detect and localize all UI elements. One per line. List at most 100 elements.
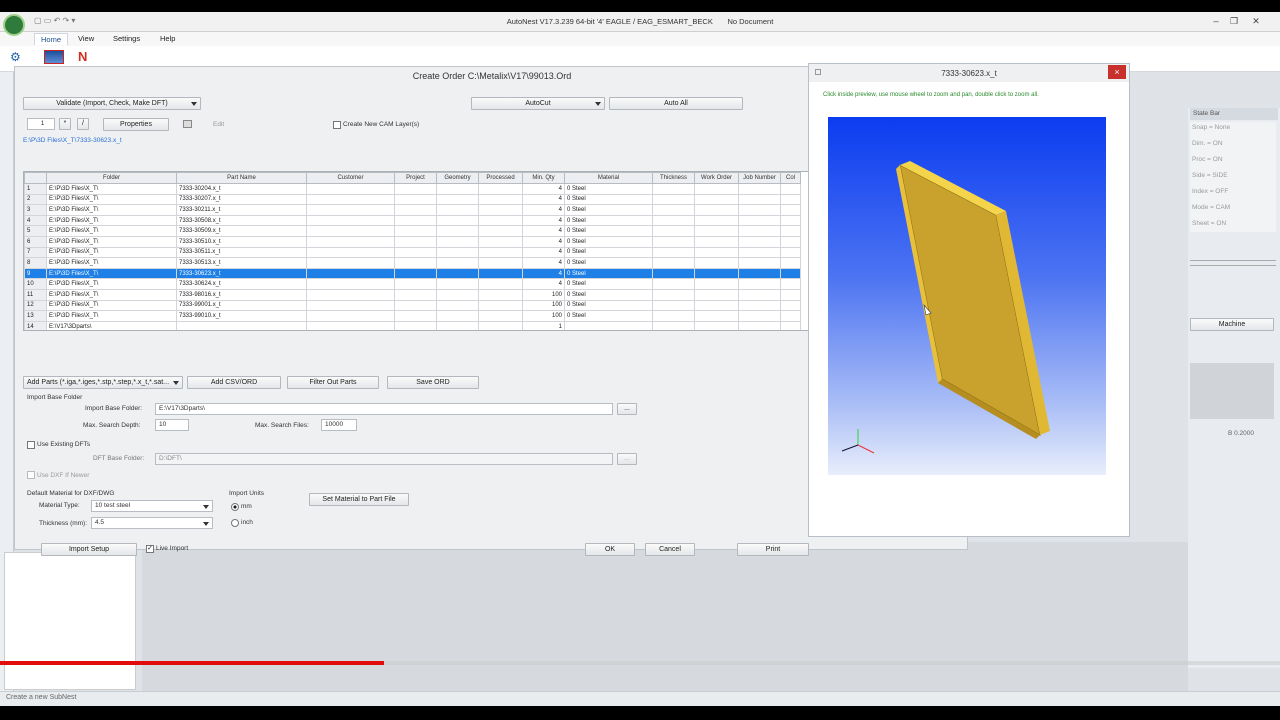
cell-mat[interactable]: 0 Steel xyxy=(564,299,653,312)
autocut-dropdown[interactable]: AutoCut xyxy=(471,97,605,110)
validate-dropdown[interactable]: Validate (Import, Check, Make DFT) xyxy=(23,97,201,110)
table-row[interactable]: 3 E:\P\3D Files\X_T\ 7333-30211.x_t 4 0 Stee… xyxy=(24,204,801,216)
cell-part[interactable]: 7333-30511.x_t xyxy=(176,246,307,259)
cell-n[interactable]: 3 xyxy=(24,204,47,216)
cell-empty[interactable] xyxy=(394,288,437,301)
cell-empty[interactable] xyxy=(780,288,801,301)
column-header[interactable]: Customer xyxy=(306,172,395,184)
cell-qty[interactable]: 100 xyxy=(522,299,565,312)
cell-empty[interactable] xyxy=(780,235,801,248)
cell-mat[interactable]: 0 Steel xyxy=(564,204,653,216)
cell-empty[interactable] xyxy=(436,214,479,227)
table-row[interactable]: 6 E:\P\3D Files\X_T\ 7333-30510.x_t 4 0 Stee… xyxy=(24,235,801,248)
unit-mm-radio[interactable] xyxy=(231,503,239,511)
cell-empty[interactable] xyxy=(394,246,437,259)
cell-qty[interactable]: 4 xyxy=(522,214,565,227)
cell-empty[interactable] xyxy=(436,299,479,312)
cell-empty[interactable] xyxy=(306,193,395,206)
cell-empty[interactable] xyxy=(478,320,523,330)
cell-empty[interactable] xyxy=(306,246,395,259)
cell-part[interactable]: 7333-30204.x_t xyxy=(176,183,307,195)
table-row[interactable]: 1 E:\P\3D Files\X_T\ 7333-30204.x_t 4 0 Stee… xyxy=(24,183,801,195)
cell-n[interactable]: 12 xyxy=(24,299,47,312)
column-header[interactable]: Col xyxy=(780,172,801,184)
cell-qty[interactable]: 100 xyxy=(522,310,565,322)
max-files-field[interactable]: 10000 xyxy=(321,419,357,431)
column-header[interactable]: Geometry xyxy=(436,172,479,184)
cell-empty[interactable] xyxy=(780,183,801,195)
cell-qty[interactable]: 4 xyxy=(522,204,565,216)
import-base-field[interactable]: E:\V17\3Dparts\ xyxy=(155,403,613,415)
cell-folder[interactable]: E:\P\3D Files\X_T\ xyxy=(46,299,177,312)
cell-empty[interactable] xyxy=(394,310,437,322)
cell-empty[interactable] xyxy=(306,310,395,322)
minimize-icon[interactable]: – xyxy=(1208,15,1224,28)
cell-empty[interactable] xyxy=(694,267,739,280)
cell-empty[interactable] xyxy=(436,267,479,280)
cell-mat[interactable]: 0 Steel xyxy=(564,310,653,322)
cell-empty[interactable] xyxy=(694,310,739,322)
cell-empty[interactable] xyxy=(694,278,739,290)
cell-empty[interactable] xyxy=(478,267,523,280)
cell-mat[interactable]: 0 Steel xyxy=(564,225,653,237)
cell-empty[interactable] xyxy=(436,278,479,290)
cell-empty[interactable] xyxy=(652,193,695,206)
cell-empty[interactable] xyxy=(394,299,437,312)
menu-view[interactable]: View xyxy=(72,33,100,45)
cell-empty[interactable] xyxy=(306,299,395,312)
cell-empty[interactable] xyxy=(780,214,801,227)
column-header[interactable]: Min. Qty xyxy=(522,172,565,184)
cell-empty[interactable] xyxy=(694,214,739,227)
edit-button[interactable]: Edit xyxy=(213,121,224,128)
cell-empty[interactable] xyxy=(478,288,523,301)
cell-mat[interactable] xyxy=(564,320,653,330)
cell-empty[interactable] xyxy=(694,225,739,237)
cell-mat[interactable]: 0 Steel xyxy=(564,235,653,248)
cell-empty[interactable] xyxy=(652,214,695,227)
cell-empty[interactable] xyxy=(780,257,801,269)
column-header[interactable]: Project xyxy=(394,172,437,184)
cell-empty[interactable] xyxy=(394,278,437,290)
state-dim[interactable]: Dim. = ON xyxy=(1192,140,1223,147)
workspace-canvas[interactable] xyxy=(142,542,1188,692)
cam-layers-checkbox[interactable] xyxy=(333,121,341,129)
cell-empty[interactable] xyxy=(478,299,523,312)
max-depth-field[interactable]: 10 xyxy=(155,419,189,431)
state-snap[interactable]: Snap = None xyxy=(1192,124,1230,131)
order-list-icon[interactable] xyxy=(44,50,64,64)
cell-empty[interactable] xyxy=(738,183,781,195)
material-type-select[interactable]: 10 test steel xyxy=(91,500,213,512)
cell-empty[interactable] xyxy=(652,183,695,195)
cell-empty[interactable] xyxy=(394,235,437,248)
cell-empty[interactable] xyxy=(738,288,781,301)
cell-part[interactable]: 7333-30513.x_t xyxy=(176,257,307,269)
cell-qty[interactable]: 4 xyxy=(522,235,565,248)
cell-empty[interactable] xyxy=(478,204,523,216)
cell-empty[interactable] xyxy=(652,246,695,259)
cell-empty[interactable] xyxy=(694,204,739,216)
cell-mat[interactable]: 0 Steel xyxy=(564,246,653,259)
state-index[interactable]: Index = OFF xyxy=(1192,188,1228,195)
cell-empty[interactable] xyxy=(738,214,781,227)
cell-qty[interactable]: 4 xyxy=(522,278,565,290)
cell-empty[interactable] xyxy=(478,246,523,259)
cell-n[interactable]: 5 xyxy=(24,225,47,237)
cell-empty[interactable] xyxy=(436,193,479,206)
cell-empty[interactable] xyxy=(694,235,739,248)
print-button[interactable]: Print xyxy=(737,543,809,556)
cell-empty[interactable] xyxy=(394,193,437,206)
menu-settings[interactable]: Settings xyxy=(107,33,146,45)
cell-folder[interactable]: E:\P\3D Files\X_T\ xyxy=(46,214,177,227)
cell-folder[interactable]: E:\P\3D Files\X_T\ xyxy=(46,267,177,280)
slash-button[interactable]: / xyxy=(77,118,89,130)
cell-folder[interactable]: E:\P\3D Files\X_T\ xyxy=(46,278,177,290)
cell-empty[interactable] xyxy=(694,183,739,195)
cell-empty[interactable] xyxy=(436,246,479,259)
cell-empty[interactable] xyxy=(394,204,437,216)
cell-empty[interactable] xyxy=(780,193,801,206)
cell-empty[interactable] xyxy=(652,257,695,269)
column-header[interactable] xyxy=(24,172,47,184)
table-row[interactable]: 2 E:\P\3D Files\X_T\ 7333-30207.x_t 4 0 Stee… xyxy=(24,193,801,206)
cell-folder[interactable]: E:\P\3D Files\X_T\ xyxy=(46,204,177,216)
column-header[interactable]: Job Number xyxy=(738,172,781,184)
